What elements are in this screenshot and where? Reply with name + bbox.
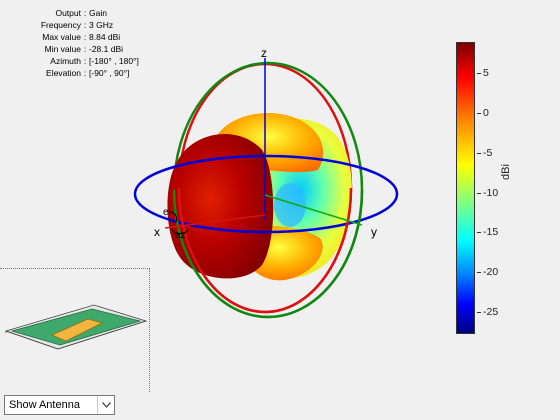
colorbar-tick-label: -15 bbox=[483, 226, 499, 238]
colorbar-tick bbox=[477, 272, 481, 273]
gain-pattern-surface bbox=[167, 112, 352, 281]
antenna-preview-panel[interactable] bbox=[0, 268, 150, 392]
x-axis-label: x bbox=[154, 225, 160, 239]
el-label: el bbox=[163, 207, 171, 218]
colorbar-tick bbox=[477, 113, 481, 114]
select-value: Show Antenna bbox=[9, 399, 80, 411]
z-axis-label: z bbox=[261, 46, 267, 60]
colorbar bbox=[456, 42, 475, 334]
colorbar-tick bbox=[477, 232, 481, 233]
colorbar-tick-label: -20 bbox=[483, 266, 499, 278]
null-region bbox=[274, 183, 306, 227]
colorbar-tick bbox=[477, 153, 481, 154]
colorbar-tick-label: -10 bbox=[483, 187, 499, 199]
az-label: az bbox=[175, 230, 186, 241]
colorbar-tick bbox=[477, 312, 481, 313]
colorbar-tick-label: -5 bbox=[483, 147, 493, 159]
chevron-down-icon[interactable] bbox=[97, 396, 114, 414]
antenna-thumbnail bbox=[4, 304, 148, 350]
colorbar-tick bbox=[477, 193, 481, 194]
colorbar-tick-label: 5 bbox=[483, 67, 489, 79]
y-axis-label: y bbox=[371, 225, 377, 239]
colorbar-tick bbox=[477, 73, 481, 74]
colorbar-unit-label: dBi bbox=[500, 164, 512, 180]
colorbar-tick-label: -25 bbox=[483, 306, 499, 318]
show-antenna-select[interactable]: Show Antenna bbox=[4, 395, 115, 415]
colorbar-tick-label: 0 bbox=[483, 107, 489, 119]
